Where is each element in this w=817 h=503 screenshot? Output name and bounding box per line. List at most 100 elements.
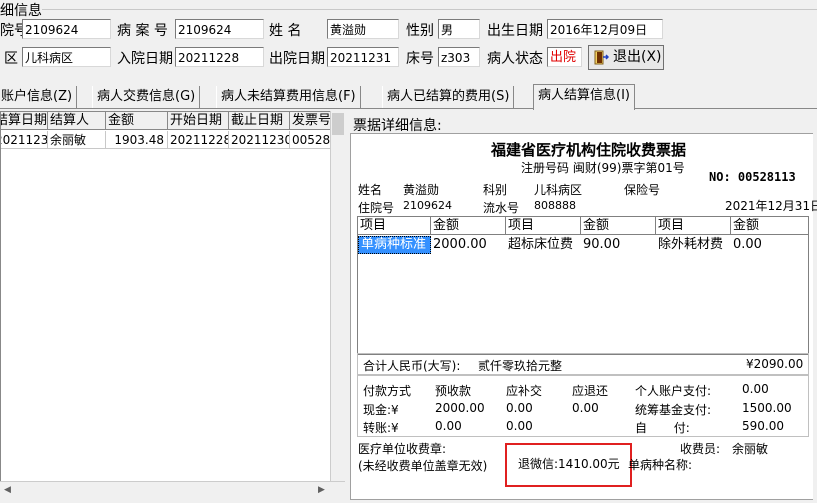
inpatient-no-field[interactable]: 2109624 — [22, 19, 111, 39]
col-start-date[interactable]: 开始日期 — [168, 112, 229, 130]
org-seal-note: (未经收费单位盖章无效) — [358, 459, 488, 473]
cashier-label: 收费员: — [680, 442, 721, 456]
bed-field[interactable]: z303 — [438, 47, 480, 67]
gender-label: 性别 — [406, 23, 434, 39]
receipt-serial: 808888 — [534, 199, 576, 212]
col-end-date[interactable]: 截止日期 — [229, 112, 290, 130]
pay-method-header: 付款方式 — [363, 384, 412, 398]
grid-vertical-scrollbar[interactable] — [330, 111, 346, 481]
amount-header: 金额 — [581, 217, 656, 235]
receipt-title: 福建省医疗机构住院收费票据 — [491, 141, 687, 159]
scroll-right-icon[interactable]: ▶ — [314, 483, 329, 498]
discharge-date-field[interactable]: 20211231 — [327, 47, 399, 67]
personal-value: 0.00 — [742, 382, 769, 396]
cashier-name: 余丽敏 — [732, 442, 769, 456]
transfer-label: 转账:¥ — [363, 421, 399, 435]
receipt-dept-label: 科别 — [483, 183, 508, 197]
amount-header: 金额 — [731, 217, 808, 235]
table-cell[interactable]: 余丽敏 — [48, 131, 106, 149]
tab-unsettled[interactable]: 病人未结算费用信息(F) — [216, 86, 361, 108]
col-settler[interactable]: 结算人 — [48, 112, 106, 130]
tab-account[interactable]: 账户信息(Z) — [0, 86, 78, 108]
self-pay-label: 自 付: — [635, 421, 690, 435]
settlement-grid[interactable]: 结算日期 结算人 金额 开始日期 截止日期 发票号 20211231 余丽敏 1… — [0, 111, 332, 483]
receipt-panel: 福建省医疗机构住院收费票据 注册号码 闽财(99)票字第01号 NO: 0052… — [350, 133, 817, 500]
item-name: 除外耗材费 — [658, 237, 724, 252]
gender-field[interactable]: 男 — [438, 19, 480, 39]
item-amount: 0.00 — [733, 237, 762, 252]
tab-settled[interactable]: 病人已结算的费用(S) — [382, 86, 515, 108]
item-header: 项目 — [358, 217, 431, 235]
receipt-dept: 儿科病区 — [534, 183, 583, 197]
patient-status-label: 病人状态 — [487, 51, 543, 67]
self-pay-value: 590.00 — [742, 419, 784, 433]
tab-payment[interactable]: 病人交费信息(G) — [92, 86, 201, 108]
name-label: 姓 名 — [269, 23, 302, 39]
transfer-supplement: 0.00 — [506, 419, 533, 433]
record-no-field[interactable]: 2109624 — [175, 19, 264, 39]
scroll-left-icon[interactable]: ◀ — [0, 483, 15, 498]
grid-horizontal-scrollbar[interactable]: ◀ ▶ — [0, 481, 345, 499]
detail-label: 票据详细信息: — [353, 118, 442, 134]
receipt-subtitle: 注册号码 闽财(99)票字第01号 — [521, 161, 685, 175]
cash-refund: 0.00 — [572, 401, 599, 415]
org-seal-label: 医疗单位收费章: — [358, 442, 447, 456]
item-amount: 2000.00 — [433, 237, 487, 252]
ward-label: 区 — [4, 51, 18, 67]
cash-prepaid: 2000.00 — [435, 401, 485, 415]
group-title: 细信息 — [0, 3, 42, 19]
scroll-thumb[interactable] — [332, 113, 344, 135]
pool-label: 统筹基金支付: — [635, 403, 712, 417]
col-amount[interactable]: 金额 — [106, 112, 168, 130]
record-no-label: 病 案 号 — [117, 23, 168, 39]
receipt-inpatient: 2109624 — [403, 199, 452, 212]
refund-header: 应退还 — [572, 384, 609, 398]
receipt-inpatient-label: 住院号 — [358, 201, 395, 215]
wechat-refund: 退微信:1410.00元 — [518, 457, 620, 471]
birthdate-field[interactable]: 2016年12月09日 — [547, 19, 663, 39]
personal-label: 个人账户支付: — [635, 384, 712, 398]
exit-button[interactable]: 退出(X) — [588, 45, 664, 70]
receipt-items-table: 项目 金额 项目 金额 项目 金额 单病种标准 2000.00 超标床位费 90… — [357, 216, 809, 355]
bed-label: 床号 — [406, 51, 434, 67]
item-header: 项目 — [506, 217, 581, 235]
discharge-date-label: 出院日期 — [269, 51, 325, 67]
patient-status-field[interactable]: 出院 — [547, 47, 582, 67]
table-cell[interactable]: 20211231 — [1, 131, 48, 149]
tab-strip: 账户信息(Z) 病人交费信息(G) 病人未结算费用信息(F) 病人已结算的费用(… — [0, 84, 817, 110]
cash-supplement: 0.00 — [506, 401, 533, 415]
cash-label: 现金:¥ — [363, 403, 399, 417]
tab-settlement-info[interactable]: 病人结算信息(I) — [533, 84, 635, 110]
ward-field[interactable]: 儿科病区 — [22, 47, 111, 67]
prepaid-header: 预收款 — [435, 384, 472, 398]
item-name: 超标床位费 — [508, 237, 574, 252]
col-invoice[interactable]: 发票号 — [290, 112, 331, 130]
table-cell[interactable]: 20211230 — [229, 131, 290, 149]
table-cell[interactable]: 1903.48 — [106, 131, 168, 149]
table-cell[interactable]: 00528 — [290, 131, 331, 149]
admit-date-field[interactable]: 20211228 — [175, 47, 264, 67]
total-amount: ¥2090.00 — [746, 357, 804, 371]
supplement-header: 应补交 — [506, 384, 543, 398]
receipt-name-label: 姓名 — [358, 183, 383, 197]
receipt-serial-label: 流水号 — [483, 201, 520, 215]
pool-value: 1500.00 — [742, 401, 792, 415]
name-field[interactable]: 黄溢勋 — [327, 19, 399, 39]
door-exit-icon — [594, 50, 610, 73]
receipt-date: 2021年12月31日 — [725, 199, 817, 213]
admit-date-label: 入院日期 — [117, 51, 173, 67]
col-settle-date[interactable]: 结算日期 — [1, 112, 48, 130]
birthdate-label: 出生日期 — [487, 23, 543, 39]
item-header: 项目 — [656, 217, 731, 235]
total-words-label: 合计人民币(大写): — [363, 359, 461, 373]
amount-header: 金额 — [431, 217, 506, 235]
receipt-number: NO: 00528113 — [709, 170, 796, 184]
table-cell[interactable]: 20211228 — [168, 131, 229, 149]
item-name[interactable]: 单病种标准 — [358, 236, 431, 254]
transfer-prepaid: 0.00 — [435, 419, 462, 433]
receipt-name: 黄溢勋 — [403, 183, 440, 197]
total-words: 贰仟零玖拾元整 — [478, 359, 563, 373]
receipt-insurance-label: 保险号 — [624, 183, 661, 197]
exit-button-label: 退出(X) — [613, 49, 662, 65]
item-amount: 90.00 — [583, 237, 621, 252]
